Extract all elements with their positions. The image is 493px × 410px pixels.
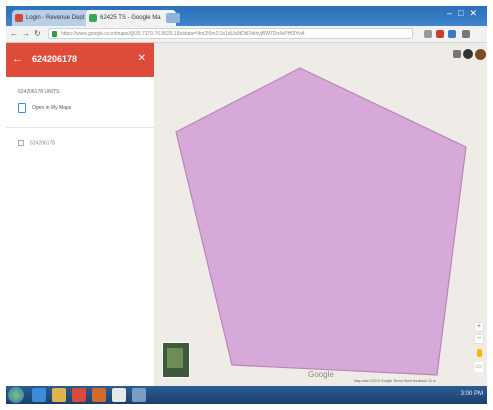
apps-icon[interactable] (453, 50, 461, 58)
tab-favicon-icon (89, 14, 97, 22)
tab-title: 62425 TS - Google Ma (100, 15, 161, 21)
url-input[interactable]: https://www.google.co.in/maps/@30.7179,7… (48, 28, 413, 39)
reload-icon[interactable]: ↻ (34, 29, 41, 38)
media-icon[interactable] (72, 388, 86, 402)
map-polygon[interactable] (175, 67, 467, 376)
panel-subtitle: 624206178 UNITS (18, 89, 60, 95)
map-footer: Map data ©2019 Google Terms Send feedbac… (354, 379, 436, 383)
system-tray-clock[interactable]: 3:00 PM (461, 391, 483, 397)
browser-tab-strip: Login - Revenue Dept ✕ 62425 TS - Google… (6, 6, 487, 26)
extension-icon[interactable] (436, 30, 444, 38)
new-tab-button[interactable] (166, 13, 180, 23)
url-text: https://www.google.co.in/maps/@30.7179,7… (61, 31, 305, 37)
open-in-my-maps-label: Open in My Maps (32, 105, 72, 111)
arrow-left-icon[interactable]: ← (12, 53, 23, 65)
forward-nav-icon[interactable]: → (22, 29, 30, 38)
bell-icon[interactable] (463, 49, 473, 59)
open-in-my-maps-link[interactable]: Open in My Maps (18, 103, 148, 115)
menu-icon[interactable] (462, 30, 470, 38)
satellite-thumbnail (167, 348, 183, 368)
checkbox-icon[interactable] (18, 140, 24, 146)
screen: Login - Revenue Dept ✕ 62425 TS - Google… (6, 6, 487, 404)
map-scale-toggle[interactable]: ▭ (475, 362, 483, 372)
star-icon[interactable] (424, 30, 432, 38)
app-icon[interactable] (132, 388, 146, 402)
map-overlay (175, 67, 467, 376)
browser-tab-2[interactable]: 62425 TS - Google Ma ✕ (86, 10, 176, 26)
lock-icon (52, 31, 57, 37)
divider (6, 127, 154, 128)
ie-icon[interactable] (32, 388, 46, 402)
satellite-toggle[interactable] (162, 342, 190, 378)
document-icon (18, 103, 26, 113)
close-icon[interactable]: ✕ (138, 53, 146, 64)
app-icon[interactable] (92, 388, 106, 402)
tab-favicon-icon (15, 14, 23, 22)
side-panel: ← 624206178 ✕ 624206178 UNITS Open in My… (6, 43, 154, 386)
zoom-in-button[interactable]: + (475, 323, 483, 331)
layer-item[interactable]: 624206178 (18, 140, 55, 146)
layer-label: 624206178 (30, 140, 56, 147)
folder-icon[interactable] (52, 388, 66, 402)
back-nav-icon[interactable]: ← (10, 29, 18, 38)
zoom-out-button[interactable]: − (475, 335, 483, 343)
map-canvas[interactable]: Google + − ▭ Map data ©2019 Google Terms… (154, 43, 487, 386)
tab-title: Login - Revenue Dept (26, 15, 85, 21)
avatar-icon[interactable] (475, 49, 486, 60)
pegman-icon[interactable] (477, 349, 482, 357)
panel-header: ← 624206178 ✕ (6, 43, 154, 77)
address-bar-row: ← → ↻ https://www.google.co.in/maps/@30.… (6, 26, 487, 43)
windows-taskbar: 3:00 PM (6, 386, 487, 404)
panel-title: 624206178 (32, 54, 78, 64)
google-logo: Google (308, 370, 334, 379)
start-button[interactable] (8, 387, 24, 403)
extension-icon[interactable] (448, 30, 456, 38)
chrome-icon[interactable] (112, 388, 126, 402)
window-controls[interactable]: –□✕ (447, 8, 483, 19)
